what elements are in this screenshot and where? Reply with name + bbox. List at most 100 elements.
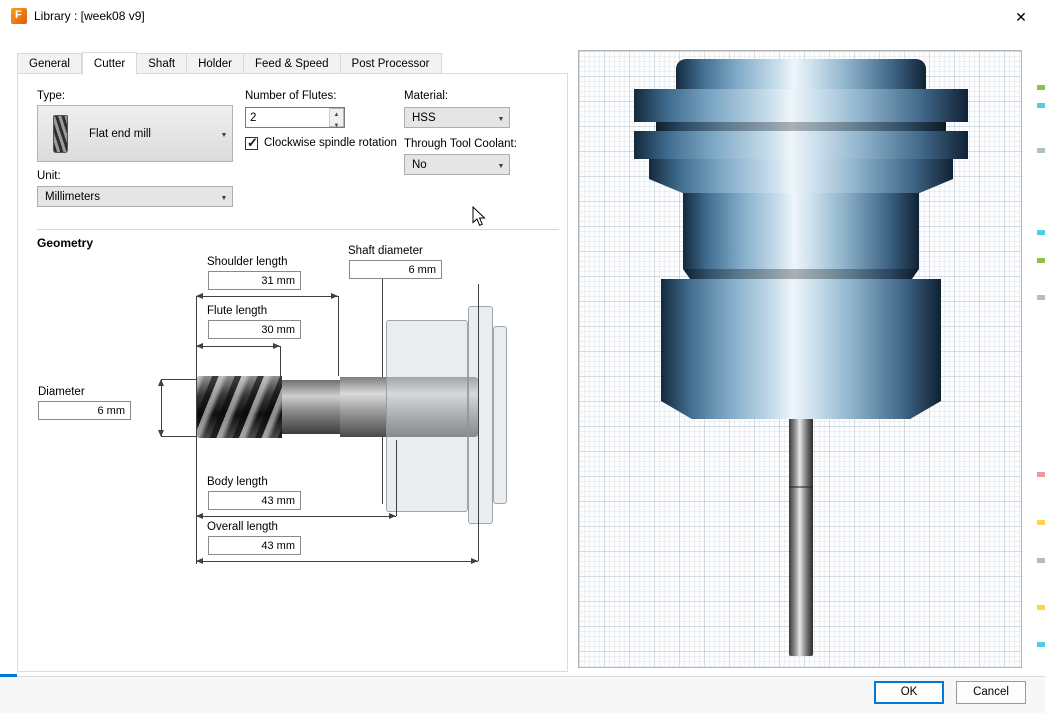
overall-length-input[interactable]	[208, 536, 301, 555]
tool-shaft	[789, 419, 813, 656]
arrow-left-icon	[196, 513, 203, 519]
section-divider	[37, 229, 559, 230]
clockwise-rotation-checkbox[interactable]	[245, 137, 258, 150]
footer-divider	[0, 676, 1045, 677]
holder-ghost-cap	[493, 326, 507, 504]
flutes-spinner	[329, 108, 344, 127]
coolant-dropdown[interactable]: No	[404, 154, 510, 175]
screen-edge-artifact	[1037, 520, 1045, 525]
title-bar: Library : [week08 v9] ✕	[0, 0, 1045, 32]
holder-top-cylinder	[676, 59, 926, 89]
ok-button[interactable]: OK	[874, 681, 944, 704]
cutter-tab-panel: Type: Flat end mill Number of Flutes: Cl…	[17, 73, 568, 672]
holder-groove	[656, 122, 946, 131]
close-icon[interactable]: ✕	[1011, 7, 1031, 27]
screen-edge-artifact	[1037, 558, 1045, 563]
flutes-label: Number of Flutes:	[245, 90, 336, 102]
tab-feed-speed[interactable]: Feed & Speed	[244, 53, 341, 74]
holder-step	[683, 269, 919, 279]
extension-line	[161, 436, 196, 437]
arrow-left-icon	[196, 293, 203, 299]
screen-edge-artifact	[1037, 230, 1045, 235]
screen-edge-artifact	[1037, 642, 1045, 647]
holder-ghost-body	[386, 320, 468, 512]
tab-holder[interactable]: Holder	[187, 53, 244, 74]
chevron-down-icon	[216, 128, 232, 140]
material-dropdown[interactable]: HSS	[404, 107, 510, 128]
mouse-cursor-icon	[472, 206, 487, 227]
unit-dropdown[interactable]: Millimeters	[37, 186, 233, 207]
tool-flutes-graphic	[196, 376, 282, 438]
arrow-left-icon	[196, 343, 203, 349]
shoulder-length-label: Shoulder length	[207, 256, 288, 268]
tab-shaft[interactable]: Shaft	[137, 53, 187, 74]
chevron-down-icon	[216, 191, 232, 203]
arrow-right-icon	[331, 293, 338, 299]
material-label: Material:	[404, 90, 448, 102]
holder-taper	[649, 179, 953, 193]
screen-edge-artifact	[1037, 295, 1045, 300]
tool-library-dialog: Library : [week08 v9] ✕ General Cutter S…	[0, 0, 1045, 713]
dimension-line	[196, 346, 280, 347]
tool-3d-preview[interactable]	[578, 50, 1022, 668]
screen-edge-artifact	[1037, 472, 1045, 477]
diameter-label: Diameter	[38, 386, 85, 398]
extension-line	[478, 284, 479, 561]
tab-general[interactable]: General	[17, 53, 82, 74]
holder-body-cylinder	[661, 279, 941, 401]
end-mill-icon	[53, 115, 68, 153]
dimension-line	[196, 516, 396, 517]
holder-chamfer	[661, 401, 941, 419]
cancel-button[interactable]: Cancel	[956, 681, 1026, 704]
holder-ghost-flange	[468, 306, 493, 524]
extension-line	[196, 296, 197, 564]
unit-value: Millimeters	[38, 191, 216, 203]
flute-length-input[interactable]	[208, 320, 301, 339]
flute-length-label: Flute length	[207, 305, 267, 317]
shaft-diameter-input[interactable]	[349, 260, 442, 279]
extension-line	[161, 379, 196, 380]
body-length-input[interactable]	[208, 491, 301, 510]
footer-accent-segment	[0, 674, 17, 677]
arrow-up-icon	[158, 379, 164, 386]
arrow-right-icon	[273, 343, 280, 349]
overall-length-label: Overall length	[207, 521, 278, 533]
extension-line	[338, 296, 339, 376]
tool-type-dropdown[interactable]: Flat end mill	[37, 105, 233, 162]
diameter-input[interactable]	[38, 401, 131, 420]
extension-line	[396, 440, 397, 516]
fusion-app-icon	[11, 8, 27, 24]
tool-neck-graphic	[282, 380, 340, 434]
holder-mid-cylinder	[683, 193, 919, 269]
arrow-right-icon	[471, 558, 478, 564]
holder-collar	[649, 159, 953, 179]
geometry-heading: Geometry	[37, 236, 93, 250]
tool-type-value: Flat end mill	[82, 128, 216, 140]
material-value: HSS	[405, 112, 493, 124]
tab-cutter[interactable]: Cutter	[82, 52, 137, 75]
screen-edge-artifact	[1037, 258, 1045, 263]
unit-label: Unit:	[37, 170, 61, 182]
shoulder-length-input[interactable]	[208, 271, 301, 290]
arrow-right-icon	[389, 513, 396, 519]
tab-post-processor[interactable]: Post Processor	[341, 53, 442, 74]
holder-flange-1	[634, 89, 968, 122]
screen-edge-artifact	[1037, 103, 1045, 108]
shaft-diameter-label: Shaft diameter	[348, 245, 423, 257]
dimension-line	[196, 296, 338, 297]
holder-flange-2	[634, 131, 968, 159]
dimension-line	[161, 379, 162, 437]
body-length-label: Body length	[207, 476, 268, 488]
screen-edge-artifact	[1037, 148, 1045, 153]
type-label: Type:	[37, 90, 65, 102]
tool-shaft-seam	[789, 486, 813, 488]
screen-edge-artifact	[1037, 605, 1045, 610]
spinner-up-icon[interactable]	[330, 109, 343, 120]
tab-bar: General Cutter Shaft Holder Feed & Speed…	[17, 52, 442, 74]
extension-line	[280, 346, 281, 376]
spinner-down-icon[interactable]	[330, 120, 343, 131]
dimension-line	[196, 561, 478, 562]
coolant-label: Through Tool Coolant:	[404, 138, 517, 150]
window-title: Library : [week08 v9]	[34, 9, 145, 23]
chevron-down-icon	[493, 159, 509, 171]
